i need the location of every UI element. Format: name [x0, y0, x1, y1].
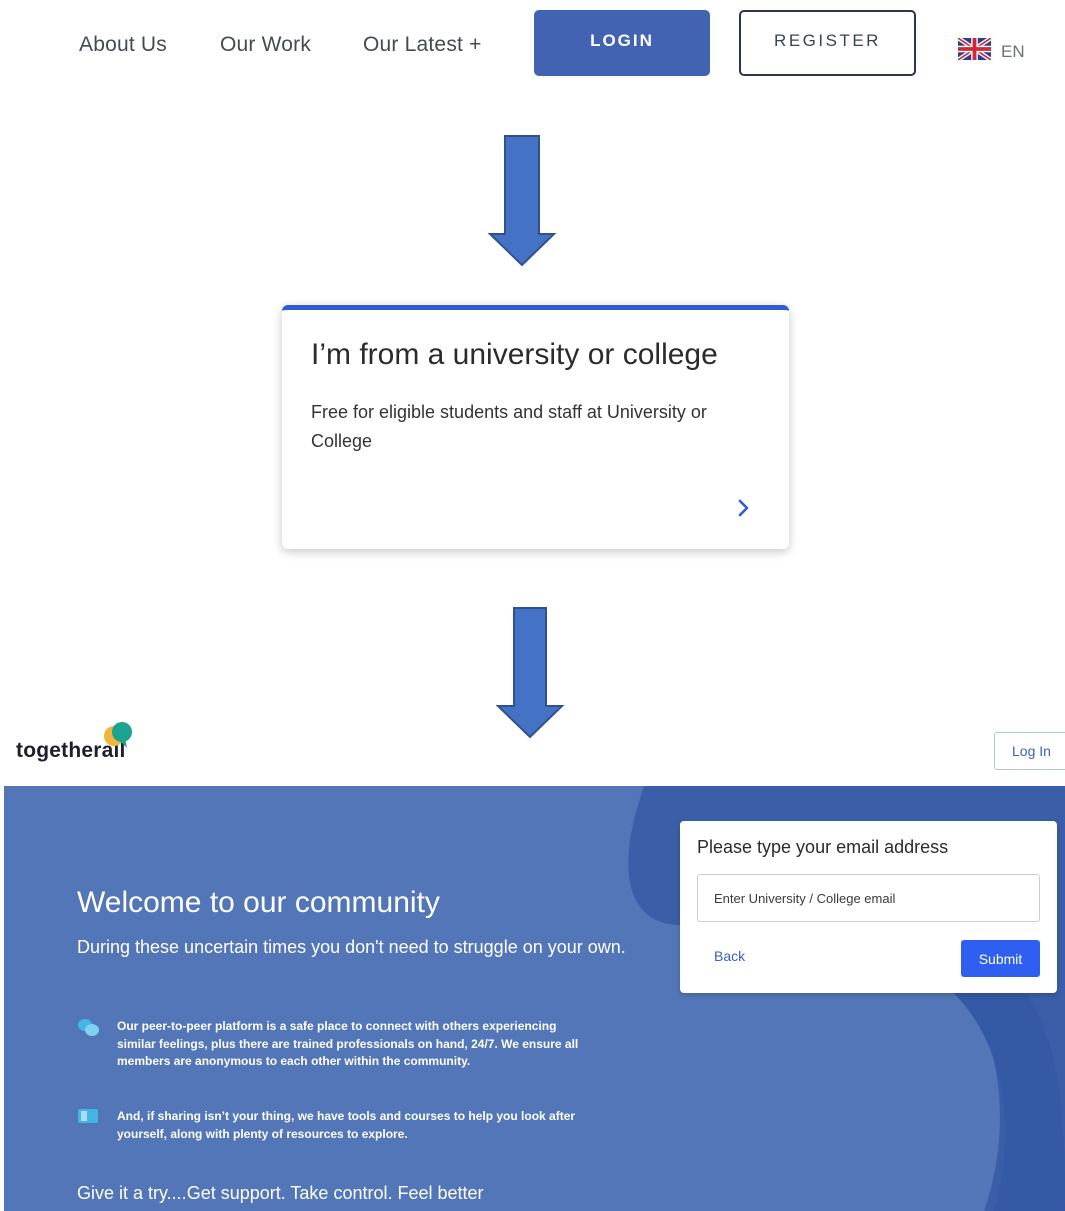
book-icon — [78, 1109, 98, 1123]
hero-subtitle: During these uncertain times you don't n… — [77, 937, 626, 957]
university-college-card[interactable]: I’m from a university or college Free fo… — [282, 305, 789, 549]
down-arrow-icon — [496, 607, 565, 739]
submit-button[interactable]: Submit — [961, 940, 1040, 977]
language-label: EN — [1001, 41, 1025, 61]
language-selector[interactable]: EN — [956, 36, 1025, 65]
feature-text: And, if sharing isn’t your thing, we hav… — [117, 1109, 576, 1141]
nav-link-our-latest[interactable]: Our Latest + — [363, 33, 482, 57]
hero-title: Welcome to our community — [77, 886, 440, 919]
chat-bubbles-icon — [78, 1019, 99, 1036]
hero-call-to-action: Give it a try....Get support. Take contr… — [77, 1183, 484, 1203]
register-button[interactable]: REGISTER — [739, 10, 916, 76]
email-input[interactable] — [697, 874, 1040, 922]
chevron-right-icon[interactable] — [737, 498, 751, 518]
togetherall-login-button[interactable]: Log In — [994, 732, 1065, 770]
speech-bubbles-logo-icon — [104, 722, 132, 748]
back-button[interactable]: Back — [714, 948, 745, 964]
nav-link-our-work[interactable]: Our Work — [220, 33, 311, 57]
nav-link-about-us[interactable]: About Us — [79, 33, 167, 57]
email-form: Please type your email address Back Subm… — [680, 821, 1057, 993]
card-description: Free for eligible students and staff at … — [311, 402, 707, 451]
feature-text: Our peer-to-peer platform is a safe plac… — [117, 1019, 579, 1068]
login-button[interactable]: LOGIN — [534, 10, 710, 76]
togetherall-logo[interactable]: togetherall — [16, 720, 136, 770]
uk-flag-icon — [956, 36, 993, 65]
down-arrow-icon — [487, 135, 557, 267]
email-label: Please type your email address — [697, 837, 949, 857]
card-title: I’m from a university or college — [311, 338, 718, 371]
